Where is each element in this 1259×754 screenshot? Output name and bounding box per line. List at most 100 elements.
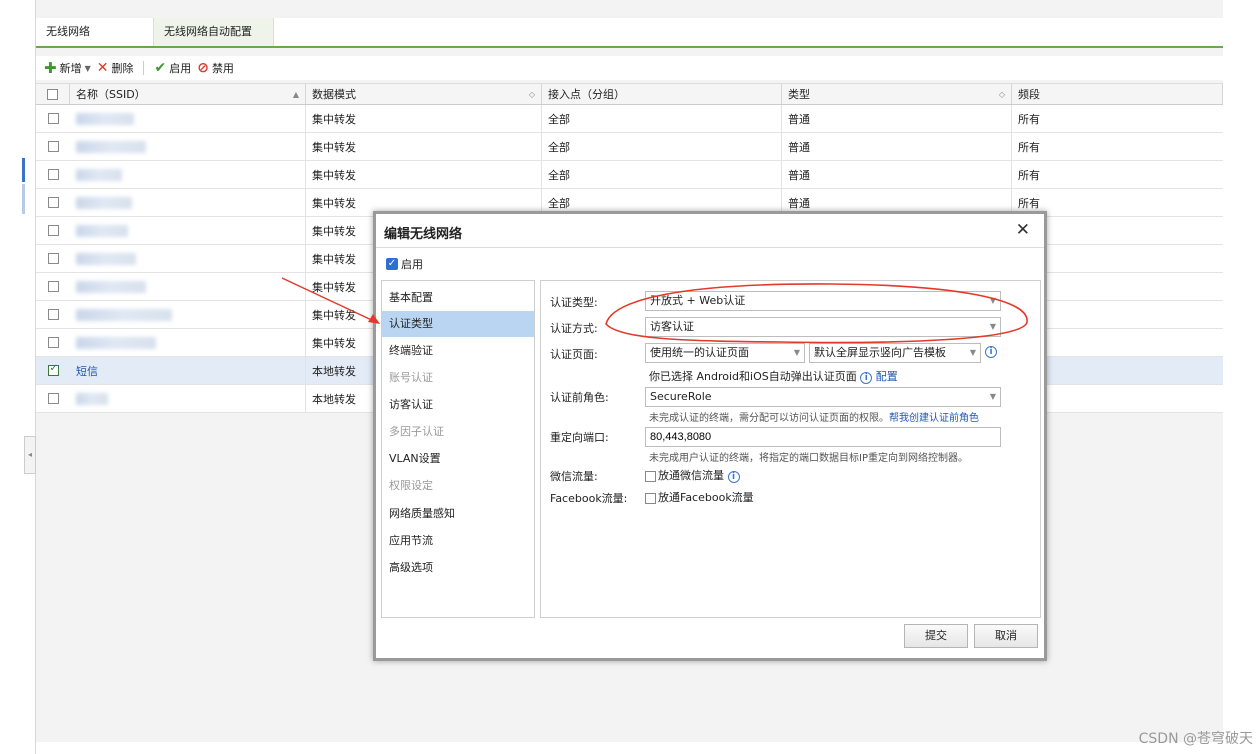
dialog-nav-item[interactable]: 高级选项 (382, 555, 534, 581)
table-row[interactable]: 集中转发 全部 普通 所有 (36, 105, 1223, 133)
create-pre-role-link[interactable]: 帮我创建认证前角色 (889, 413, 979, 424)
collapse-handle[interactable]: ◂ (24, 436, 36, 474)
facebook-traffic-checkbox[interactable]: 放通Facebook流量 (645, 489, 754, 505)
add-button[interactable]: ✚ 新增 ▼ (44, 59, 91, 77)
chevron-down-icon: ▼ (989, 322, 996, 331)
wechat-traffic-checkbox[interactable]: 放通微信流量 i (645, 467, 740, 483)
redacted-ssid (76, 224, 128, 237)
cancel-button[interactable]: 取消 (974, 624, 1038, 648)
enable-checkbox[interactable]: ✓ 启用 (386, 256, 423, 272)
dialog-nav-item[interactable]: 终端验证 (382, 338, 534, 364)
tab-wireless-network[interactable]: 无线网络 (36, 18, 154, 46)
ad-template-select[interactable]: 默认全屏显示竖向广告模板 ▼ (809, 343, 981, 363)
redacted-ssid (76, 336, 156, 349)
row-checkbox[interactable] (36, 105, 70, 132)
watermark: CSDN @苍穹破天 (1138, 731, 1253, 747)
table-row[interactable]: 集中转发 全部 普通 所有 (36, 161, 1223, 189)
dialog-nav-item[interactable]: 认证类型 (382, 311, 534, 337)
wechat-traffic-label: 微信流量: (550, 470, 598, 483)
redacted-ssid (76, 280, 146, 293)
row-checkbox[interactable] (36, 357, 70, 384)
pre-role-hint-text: 未完成认证的终端，需分配可以访问认证页面的权限。 (649, 413, 889, 424)
add-button-label: 新增 (59, 62, 82, 75)
cell-name (70, 105, 306, 132)
column-header-mode[interactable]: 数据模式 ◇ (306, 84, 542, 104)
pre-role-label: 认证前角色: (550, 391, 609, 404)
redacted-ssid (76, 140, 146, 153)
auth-method-select[interactable]: 访客认证 ▼ (645, 317, 1001, 337)
cell-name (70, 217, 306, 244)
cell-access-point: 全部 (542, 133, 782, 160)
chevron-down-icon: ▼ (989, 296, 996, 305)
info-icon: i (727, 471, 740, 483)
column-header-type[interactable]: 类型 ◇ (782, 84, 1012, 104)
column-header-band[interactable]: 频段 (1012, 84, 1223, 104)
chevron-down-icon[interactable]: ▼ (85, 64, 91, 73)
row-checkbox[interactable] (36, 301, 70, 328)
dialog-nav-item[interactable]: 网络质量感知 (382, 501, 534, 527)
wechat-traffic-option: 放通微信流量 (658, 469, 724, 482)
auth-method-value: 访客认证 (650, 320, 694, 333)
cell-data-mode: 集中转发 (306, 161, 542, 188)
dialog-footer: 提交 取消 (376, 618, 1044, 658)
dialog-title: 编辑无线网络 (384, 227, 463, 242)
android-hint-text: 你已选择 Android和iOS自动弹出认证页面 (649, 370, 857, 383)
redirect-port-hint: 未完成用户认证的终端，将指定的端口数据目标IP重定向到网络控制器。 (649, 453, 968, 464)
cell-type: 普通 (782, 133, 1012, 160)
redacted-ssid (76, 196, 132, 209)
submit-button[interactable]: 提交 (904, 624, 968, 648)
auth-type-select[interactable]: 开放式 + Web认证 ▼ (645, 291, 1001, 311)
dialog-nav-item: 多因子认证 (389, 425, 444, 438)
row-checkbox[interactable] (36, 329, 70, 356)
dialog-nav-item[interactable]: 基本配置 (382, 285, 534, 311)
redacted-ssid (76, 308, 172, 321)
enable-checkbox-label: 启用 (401, 258, 423, 271)
auth-type-panel: 认证类型: 开放式 + Web认证 ▼ 认证方式: 访客认证 ▼ 认证页面: 使… (540, 280, 1041, 618)
sort-icon: ◇ (528, 89, 535, 99)
row-checkbox[interactable] (36, 133, 70, 160)
cell-name (70, 245, 306, 272)
dialog-nav-item[interactable]: VLAN设置 (382, 446, 534, 472)
android-hint: 你已选择 Android和iOS自动弹出认证页面 i 配置 (649, 368, 898, 384)
disable-button[interactable]: ⊘ 禁用 (197, 60, 234, 76)
info-icon[interactable]: i (985, 346, 997, 358)
edit-wireless-dialog: 编辑无线网络 ✕ ✓ 启用 基本配置 认证类型 终端验证 账号认证 访客认证 多因子认证 V… (373, 211, 1047, 661)
row-checkbox[interactable] (36, 385, 70, 412)
select-all-checkbox[interactable] (36, 84, 70, 104)
row-checkbox[interactable] (36, 217, 70, 244)
cell-name (70, 189, 306, 216)
column-header-ap[interactable]: 接入点（分组） (542, 84, 782, 104)
dialog-nav-item: 权限设定 (389, 479, 433, 492)
auth-type-label: 认证类型: (550, 296, 598, 309)
column-header-name[interactable]: 名称（SSID） ▲ (70, 84, 306, 104)
row-checkbox[interactable] (36, 161, 70, 188)
dialog-nav-item[interactable]: 应用节流 (382, 528, 534, 554)
cell-name (70, 329, 306, 356)
enable-button[interactable]: ✔ 启用 (154, 60, 191, 76)
close-icon[interactable]: ✕ (1016, 220, 1030, 240)
cell-name (70, 133, 306, 160)
info-icon: i (860, 372, 873, 384)
pre-role-select[interactable]: SecureRole ▼ (645, 387, 1001, 407)
row-checkbox[interactable] (36, 245, 70, 272)
sort-icon: ◇ (998, 89, 1005, 99)
cell-name (70, 161, 306, 188)
row-checkbox[interactable] (36, 273, 70, 300)
redirect-port-input[interactable] (645, 427, 1001, 447)
tab-wireless-auto-config[interactable]: 无线网络自动配置 (154, 18, 274, 46)
dialog-nav: 基本配置 认证类型 终端验证 账号认证 访客认证 多因子认证 VLAN设置 权限设定 网络质量感… (381, 280, 535, 618)
row-checkbox[interactable] (36, 189, 70, 216)
cell-name (70, 385, 306, 412)
config-link[interactable]: 配置 (876, 370, 898, 383)
cell-access-point: 全部 (542, 161, 782, 188)
rail-marker-secondary (22, 184, 25, 214)
column-header-type-label: 类型 (788, 88, 810, 101)
delete-button[interactable]: ✕ 删除 (97, 60, 134, 76)
dialog-titlebar: 编辑无线网络 ✕ (376, 214, 1044, 248)
auth-page-select[interactable]: 使用统一的认证页面 ▼ (645, 343, 805, 363)
table-row[interactable]: 集中转发 全部 普通 所有 (36, 133, 1223, 161)
column-header-ap-label: 接入点（分组） (548, 88, 625, 101)
dialog-nav-item[interactable]: 访客认证 (382, 392, 534, 418)
facebook-traffic-label: Facebook流量: (550, 492, 628, 505)
cell-name (70, 301, 306, 328)
